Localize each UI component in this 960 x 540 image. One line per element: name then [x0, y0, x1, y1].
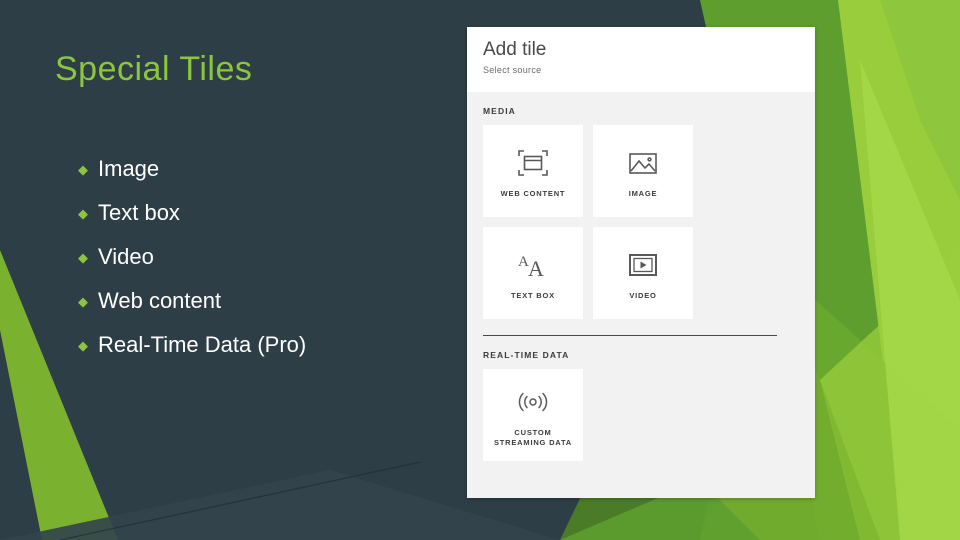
video-icon: [628, 246, 658, 284]
bullet-label: Text box: [98, 200, 180, 225]
diamond-bullet-icon: ◆: [78, 249, 88, 265]
dialog-subtitle: Select source: [483, 65, 542, 75]
bullet-label: Real-Time Data (Pro): [98, 332, 307, 357]
tile-image[interactable]: IMAGE: [593, 125, 693, 217]
section-realtime-data: REAL-TIME DATA CUSTOM STREAMING DATA: [483, 350, 799, 461]
text-box-icon: A A: [517, 246, 549, 284]
tile-custom-streaming-data[interactable]: CUSTOM STREAMING DATA: [483, 369, 583, 461]
list-item: ◆ Web content: [78, 279, 438, 323]
section-label-media: MEDIA: [483, 106, 516, 116]
tile-video[interactable]: VIDEO: [593, 227, 693, 319]
tile-grid-realtime: CUSTOM STREAMING DATA: [483, 369, 799, 461]
tile-label: IMAGE: [628, 188, 658, 198]
tile-label: WEB CONTENT: [500, 188, 566, 198]
web-content-icon: [518, 144, 548, 182]
list-item: ◆ Real-Time Data (Pro): [78, 323, 438, 367]
diamond-bullet-icon: ◆: [78, 161, 88, 177]
tile-web-content[interactable]: WEB CONTENT: [483, 125, 583, 217]
tile-label: VIDEO: [629, 290, 657, 300]
section-divider: [483, 335, 777, 336]
tile-label: TEXT BOX: [511, 290, 555, 300]
diamond-bullet-icon: ◆: [78, 205, 88, 221]
list-item: ◆ Video: [78, 235, 438, 279]
section-label-realtime: REAL-TIME DATA: [483, 350, 570, 360]
bullet-label: Image: [98, 156, 160, 181]
bullet-label: Web content: [98, 288, 222, 313]
streaming-data-icon: [515, 383, 551, 421]
page-title: Special Tiles: [55, 50, 253, 88]
slide-canvas: Special Tiles ◆ Image ◆ Text box ◆ Video…: [0, 0, 960, 540]
dialog-title: Add tile: [483, 39, 547, 60]
tile-text-box[interactable]: A A TEXT BOX: [483, 227, 583, 319]
svg-text:A: A: [528, 256, 544, 279]
bullet-label: Video: [98, 244, 154, 269]
dialog-body: MEDIA WEB CONTENT IMAGE A A TEXT BOX VID…: [467, 92, 815, 461]
image-icon: [628, 144, 658, 182]
tile-label: CUSTOM STREAMING DATA: [493, 427, 572, 447]
list-item: ◆ Image: [78, 147, 438, 191]
diamond-bullet-icon: ◆: [78, 293, 88, 309]
add-tile-dialog: Add tile Select source MEDIA WEB CONTENT…: [467, 27, 815, 498]
tile-grid-media: WEB CONTENT IMAGE A A TEXT BOX VIDEO: [483, 125, 799, 319]
section-media: MEDIA WEB CONTENT IMAGE A A TEXT BOX VID…: [483, 106, 799, 319]
dialog-header: Add tile Select source: [467, 27, 815, 92]
bullet-list: ◆ Image ◆ Text box ◆ Video ◆ Web content…: [78, 147, 438, 367]
list-item: ◆ Text box: [78, 191, 438, 235]
diamond-bullet-icon: ◆: [78, 337, 88, 353]
